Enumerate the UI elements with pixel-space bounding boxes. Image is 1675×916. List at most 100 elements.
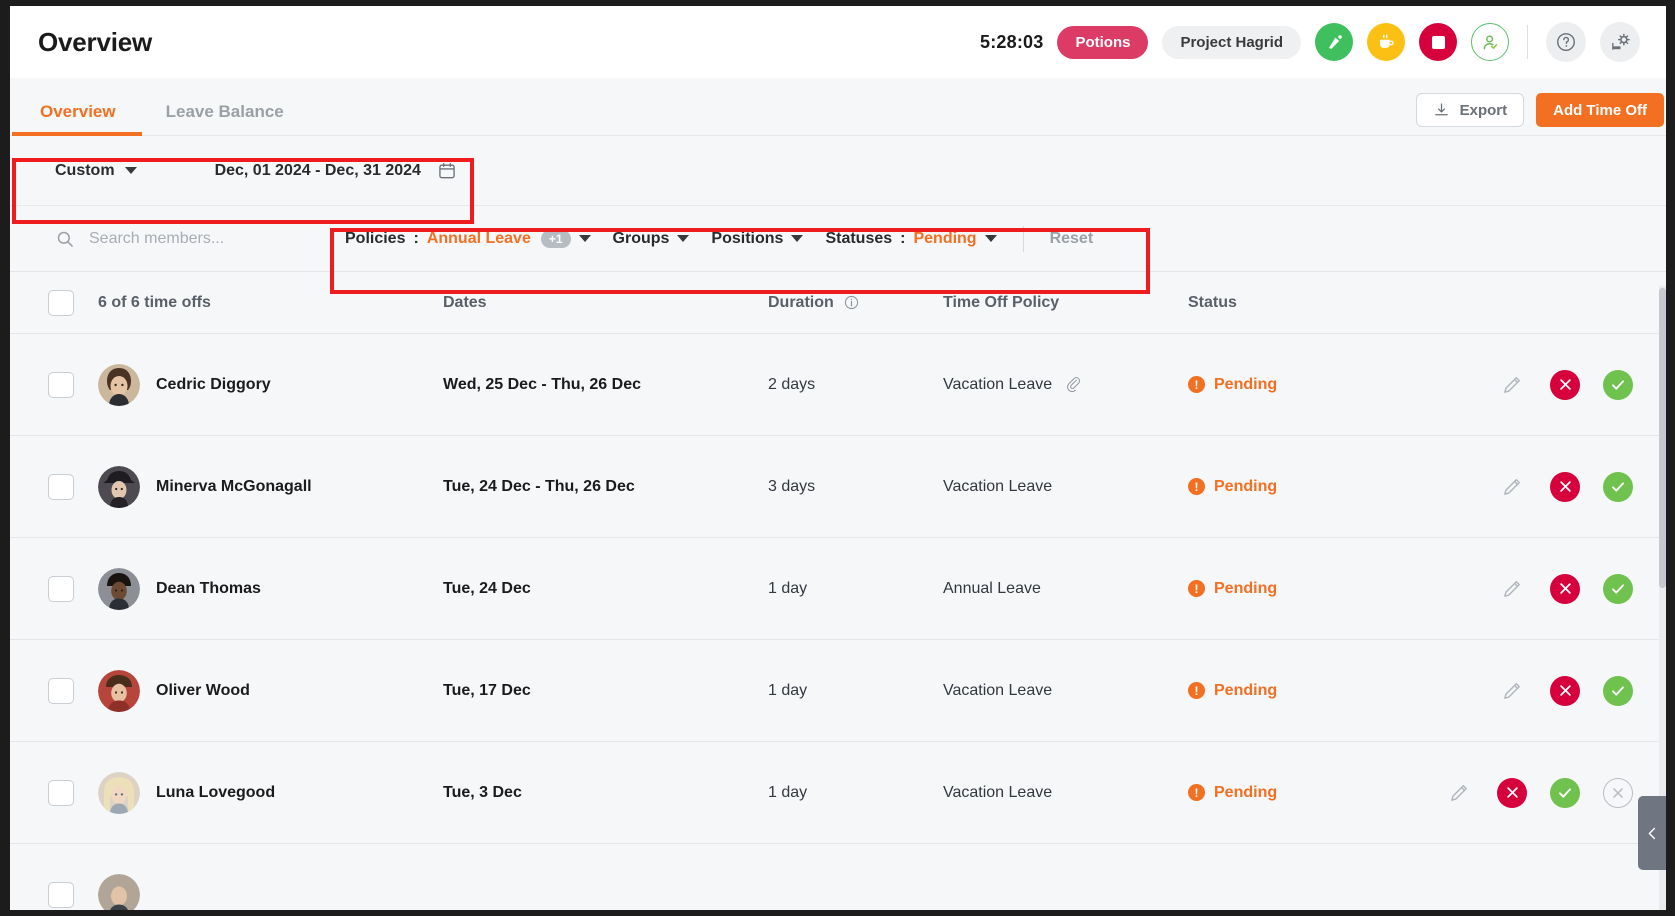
row-checkbox[interactable] [48,678,74,704]
side-panel-toggle[interactable] [1638,796,1666,870]
member-cell [98,874,443,911]
filter-positions[interactable]: Positions [711,230,803,248]
project-pill[interactable]: Potions [1057,26,1148,59]
help-button[interactable] [1546,22,1586,62]
table-row[interactable]: Oliver Wood Tue, 17 Dec 1 day Vacation L… [10,640,1666,742]
row-duration: 1 day [768,682,943,700]
chevron-left-icon [1645,826,1660,841]
approve-button[interactable] [1603,676,1633,706]
edit-button[interactable] [1497,676,1527,706]
row-duration: 1 day [768,580,943,598]
export-button[interactable]: Export [1416,93,1525,127]
search-input[interactable] [89,230,309,248]
attachment-icon[interactable] [1064,375,1083,394]
table-row[interactable]: Dean Thomas Tue, 24 Dec 1 day Annual Lea… [10,538,1666,640]
member-name: Dean Thomas [156,580,261,598]
tracker-start-button[interactable] [1315,23,1353,61]
reject-button[interactable] [1550,574,1580,604]
info-icon[interactable] [843,294,860,311]
row-checkbox[interactable] [48,372,74,398]
calendar-icon [437,161,457,181]
status-label: Pending [1214,682,1277,700]
row-status-cell: ! Pending [1188,580,1438,598]
filter-policies[interactable]: Policies: Annual Leave +1 [345,230,591,248]
table-row[interactable]: Cedric Diggory Wed, 25 Dec - Thu, 26 Dec… [10,334,1666,436]
date-preset-dropdown[interactable]: Custom [55,162,137,180]
search-box[interactable] [55,229,335,249]
user-status-button[interactable] [1471,23,1509,61]
edit-button[interactable] [1444,778,1474,808]
approve-button[interactable] [1550,778,1580,808]
reject-button[interactable] [1550,370,1580,400]
reject-button[interactable] [1497,778,1527,808]
avatar [98,364,140,406]
check-icon [1610,581,1626,597]
chevron-down-icon [677,235,689,242]
filter-statuses[interactable]: Statuses: Pending [825,230,996,248]
chevron-down-icon [791,235,803,242]
rocket-icon [1325,33,1344,52]
member-name: Luna Lovegood [156,784,275,802]
approve-button[interactable] [1603,370,1633,400]
select-all-checkbox[interactable] [48,290,74,316]
stop-button[interactable] [1419,23,1457,61]
row-policy-cell: Vacation Leave [943,375,1188,394]
select-all-cell [10,290,98,316]
pencil-icon [1448,781,1471,804]
row-policy: Vacation Leave [943,682,1052,700]
user-check-icon [1480,32,1501,53]
avatar [98,772,140,814]
table-header: 6 of 6 time offs Dates Duration Time Off… [10,272,1666,334]
row-checkbox[interactable] [48,780,74,806]
header-divider [1527,25,1528,59]
row-policy-cell: Vacation Leave [943,682,1188,700]
table-row[interactable]: Minerva McGonagall Tue, 24 Dec - Thu, 26… [10,436,1666,538]
row-policy: Vacation Leave [943,376,1052,394]
edit-button[interactable] [1497,472,1527,502]
status-badge: ! Pending [1188,580,1438,598]
table-row[interactable]: Luna Lovegood Tue, 3 Dec 1 day Vacation … [10,742,1666,844]
status-label: Pending [1214,784,1277,802]
row-select-cell [10,882,98,908]
tab-leave-balance[interactable]: Leave Balance [162,102,288,135]
header-actions: 5:28:03 Potions Project Hagrid [980,22,1640,62]
vertical-scrollbar-thumb[interactable] [1659,288,1666,588]
reject-button[interactable] [1550,676,1580,706]
row-policy-cell: Vacation Leave [943,478,1188,496]
export-label: Export [1460,102,1508,119]
date-range-picker[interactable]: Dec, 01 2024 - Dec, 31 2024 [215,161,457,181]
row-policy: Annual Leave [943,580,1041,598]
break-button[interactable] [1367,23,1405,61]
cancel-button[interactable] [1603,778,1633,808]
approve-button[interactable] [1603,472,1633,502]
chevron-down-icon [579,235,591,242]
reset-filters-button[interactable]: Reset [1050,230,1094,248]
team-pill[interactable]: Project Hagrid [1162,26,1301,59]
edit-button[interactable] [1497,574,1527,604]
member-name: Cedric Diggory [156,376,271,394]
row-checkbox[interactable] [48,882,74,908]
table-row-partial[interactable] [10,844,1666,910]
tab-overview[interactable]: Overview [36,102,120,135]
filter-statuses-label: Statuses [825,230,892,248]
status-label: Pending [1214,580,1277,598]
settings-button[interactable] [1600,22,1640,62]
row-checkbox[interactable] [48,576,74,602]
row-policy: Vacation Leave [943,478,1052,496]
tab-bar: Overview Leave Balance Export Add Time O… [10,78,1666,136]
approve-button[interactable] [1603,574,1633,604]
reject-button[interactable] [1550,472,1580,502]
status-badge: ! Pending [1188,682,1438,700]
add-time-off-button[interactable]: Add Time Off [1536,93,1664,127]
row-actions [1438,370,1666,400]
date-range-label: Dec, 01 2024 - Dec, 31 2024 [215,162,421,180]
filter-positions-label: Positions [711,230,783,248]
status-label: Pending [1214,478,1277,496]
filter-groups[interactable]: Groups [613,230,690,248]
row-checkbox[interactable] [48,474,74,500]
status-badge: ! Pending [1188,376,1438,394]
status-alert-icon: ! [1188,784,1205,801]
filter-group: Policies: Annual Leave +1 Groups Positio… [345,226,1093,252]
pencil-icon [1501,373,1524,396]
edit-button[interactable] [1497,370,1527,400]
